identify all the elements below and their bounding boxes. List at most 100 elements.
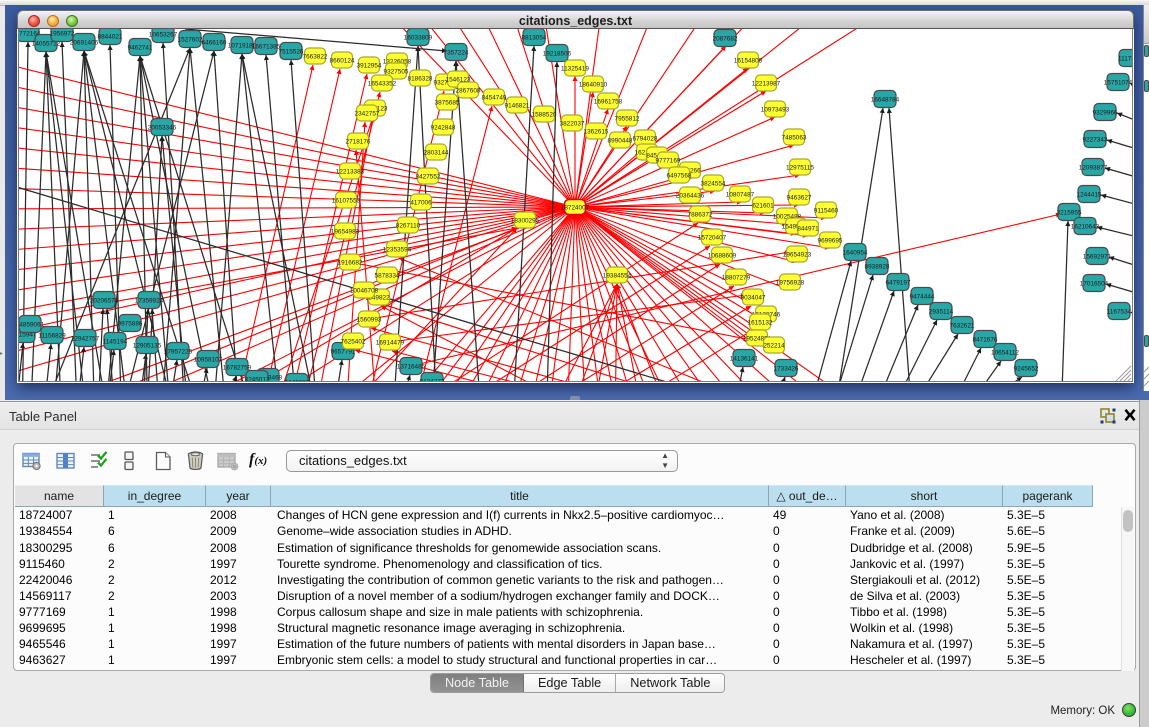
svg-text:9463627: 9463627	[787, 194, 812, 201]
svg-text:12353594: 12353594	[383, 246, 412, 253]
svg-text:9474444: 9474444	[910, 293, 935, 300]
svg-text:9245032: 9245032	[285, 379, 310, 381]
svg-text:15720407: 15720407	[698, 234, 727, 241]
svg-text:16782759: 16782759	[223, 364, 252, 371]
svg-text:1362615: 1362615	[584, 128, 609, 135]
svg-text:7357224: 7357224	[444, 49, 469, 56]
svg-text:10973493: 10973493	[761, 106, 790, 113]
svg-text:16154808: 16154808	[734, 57, 763, 64]
svg-text:16914479: 16914479	[376, 339, 405, 346]
svg-text:1117216: 1117216	[1118, 55, 1133, 62]
svg-text:20691406: 20691406	[70, 39, 99, 46]
svg-text:17359924: 17359924	[135, 297, 164, 304]
svg-text:16648784: 16648784	[871, 96, 900, 103]
svg-text:9034047: 9034047	[741, 294, 766, 301]
svg-text:9134773: 9134773	[420, 378, 445, 381]
svg-text:1916682: 1916682	[338, 259, 363, 266]
svg-text:7515526: 7515526	[279, 48, 304, 55]
svg-text:1615132: 1615132	[748, 319, 773, 326]
svg-text:9975886: 9975886	[118, 320, 143, 327]
svg-text:7625402: 7625402	[341, 338, 366, 345]
svg-text:1145194: 1145194	[103, 338, 128, 345]
svg-text:1527602: 1527602	[178, 36, 203, 43]
svg-text:9329966: 9329966	[1093, 109, 1118, 116]
svg-text:1640954: 1640954	[843, 249, 868, 256]
svg-text:10688609: 10688609	[708, 252, 737, 259]
svg-text:2803144: 2803144	[424, 149, 449, 156]
svg-text:1588520: 1588520	[532, 111, 557, 118]
svg-text:252214: 252214	[763, 342, 785, 349]
svg-text:12942757: 12942757	[71, 335, 100, 342]
svg-text:16543352: 16543352	[368, 80, 397, 87]
svg-text:3912954: 3912954	[357, 62, 382, 69]
svg-text:11156829: 11156829	[38, 332, 66, 339]
svg-text:9242848: 9242848	[431, 124, 456, 131]
svg-text:14859061: 14859061	[18, 321, 45, 328]
svg-text:19654983: 19654983	[331, 228, 360, 235]
svg-text:19756928: 19756928	[776, 279, 805, 286]
svg-text:12975115: 12975115	[786, 164, 814, 171]
svg-text:10654112: 10654112	[991, 349, 1019, 356]
svg-text:8660124: 8660124	[330, 57, 355, 64]
svg-text:9462741: 9462741	[128, 44, 153, 51]
svg-text:621601: 621601	[752, 202, 774, 209]
svg-text:2867608: 2867608	[456, 87, 481, 94]
svg-text:20053346: 20053346	[148, 124, 177, 131]
svg-text:7955812: 7955812	[615, 115, 640, 122]
svg-text:9146821: 9146821	[505, 102, 530, 109]
svg-text:9327505: 9327505	[384, 68, 409, 75]
svg-text:7886372: 7886372	[688, 211, 713, 218]
svg-text:2718176: 2718176	[346, 138, 371, 145]
svg-text:1956972: 1956972	[50, 30, 75, 37]
svg-text:8427552: 8427552	[416, 173, 441, 180]
svg-text:20364436: 20364436	[676, 192, 705, 199]
svg-text:9777169: 9777169	[656, 157, 681, 164]
svg-text:5878334: 5878334	[375, 272, 400, 279]
svg-text:6497568: 6497568	[667, 172, 692, 179]
svg-text:2087682: 2087682	[713, 35, 738, 42]
svg-text:3875685: 3875685	[435, 99, 460, 106]
svg-text:6479197: 6479197	[886, 279, 911, 286]
svg-text:13716485: 13716485	[397, 363, 426, 370]
svg-text:9699695: 9699695	[818, 237, 843, 244]
svg-text:8245012: 8245012	[245, 376, 270, 381]
svg-text:19654923: 19654923	[783, 251, 812, 258]
svg-text:17957225: 17957225	[164, 348, 193, 355]
svg-text:17016504: 17016504	[1080, 280, 1109, 287]
svg-text:8844021: 8844021	[98, 33, 123, 40]
svg-text:18300295: 18300295	[511, 217, 540, 224]
svg-text:8938928: 8938928	[865, 263, 890, 270]
svg-text:10046708: 10046708	[350, 287, 379, 294]
svg-text:8454749: 8454749	[482, 94, 507, 101]
svg-text:18807279: 18807279	[722, 274, 751, 281]
svg-text:15692971: 15692971	[1083, 253, 1112, 260]
svg-text:8990448: 8990448	[608, 137, 633, 144]
svg-text:1733426: 1733426	[774, 365, 799, 372]
svg-text:7632621: 7632621	[950, 322, 975, 329]
svg-text:10653267: 10653267	[149, 31, 178, 38]
svg-text:8813054: 8813054	[522, 34, 547, 41]
svg-text:11325419: 11325419	[561, 65, 589, 72]
svg-text:15751074: 15751074	[1104, 79, 1133, 86]
svg-text:8471676: 8471676	[973, 336, 998, 343]
svg-text:16961758: 16961758	[594, 98, 623, 105]
svg-text:9245652: 9245652	[1014, 365, 1039, 372]
svg-text:18724007: 18724007	[561, 204, 590, 211]
svg-text:12213987: 12213987	[752, 80, 781, 87]
svg-text:6794028: 6794028	[633, 135, 658, 142]
svg-text:10958107: 10958107	[194, 356, 223, 363]
svg-text:2342757: 2342757	[355, 110, 380, 117]
svg-text:16210643: 16210643	[1071, 223, 1100, 230]
svg-text:844971: 844971	[797, 225, 819, 232]
svg-text:8186328: 8186328	[408, 75, 433, 82]
svg-text:7485063: 7485063	[782, 134, 807, 141]
svg-text:3822037: 3822037	[560, 120, 585, 127]
svg-text:417006: 417006	[410, 199, 432, 206]
svg-text:12093877: 12093877	[1079, 164, 1108, 171]
svg-text:20206576: 20206576	[90, 297, 119, 304]
svg-text:3824554: 3824554	[701, 180, 726, 187]
svg-text:19384554: 19384554	[603, 272, 632, 279]
svg-text:12905135: 12905135	[133, 342, 162, 349]
svg-text:1560993: 1560993	[357, 316, 382, 323]
svg-text:7663822: 7663822	[303, 53, 328, 60]
